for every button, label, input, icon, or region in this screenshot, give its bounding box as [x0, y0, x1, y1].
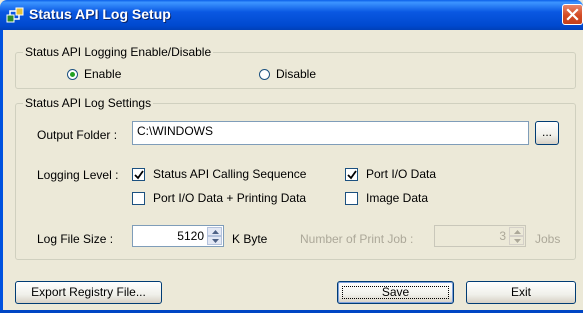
log-file-size-label: Log File Size : — [37, 232, 114, 246]
print-job-count-spinner[interactable]: 3 — [434, 225, 526, 247]
output-folder-field[interactable]: C:\WINDOWS — [132, 121, 529, 145]
status-api-calling-sequence-checkbox[interactable]: Status API Calling Sequence — [132, 167, 306, 181]
browse-folder-button[interactable]: ... — [535, 121, 559, 145]
browse-button-label: ... — [541, 125, 552, 139]
save-button[interactable]: Save — [337, 281, 454, 304]
print-job-count-value: 3 — [499, 229, 506, 243]
radio-indicator — [259, 68, 270, 80]
radio-indicator — [67, 68, 78, 80]
spin-up-button[interactable] — [207, 227, 222, 236]
disable-radio-label: Disable — [276, 67, 317, 81]
save-button-label: Save — [381, 285, 410, 299]
spin-down-button[interactable] — [509, 236, 524, 245]
checkbox-label: Image Data — [366, 191, 429, 205]
exit-button-label: Exit — [510, 285, 531, 299]
title-bar[interactable]: Status API Log Setup — [0, 0, 583, 30]
log-file-size-spinner[interactable]: 5120 — [132, 225, 224, 247]
port-io-printing-data-checkbox[interactable]: Port I/O Data + Printing Data — [132, 191, 306, 205]
export-registry-file-button[interactable]: Export Registry File... — [15, 281, 162, 304]
spin-down-button[interactable] — [207, 236, 222, 245]
close-button[interactable] — [562, 4, 583, 25]
output-folder-label: Output Folder : — [37, 128, 118, 142]
image-data-checkbox[interactable]: Image Data — [345, 191, 428, 205]
port-io-data-checkbox[interactable]: Port I/O Data — [345, 167, 436, 181]
dialog-window: Status API Log Setup Status API Logging … — [0, 0, 583, 313]
exit-button[interactable]: Exit — [466, 281, 576, 304]
checkbox-box — [132, 167, 145, 181]
app-icon — [6, 6, 24, 24]
checkbox-label: Port I/O Data + Printing Data — [153, 191, 307, 205]
disable-radio[interactable]: Disable — [259, 67, 316, 81]
log-settings-legend: Status API Log Settings — [23, 96, 154, 110]
enable-radio[interactable]: Enable — [67, 67, 121, 81]
logging-enable-legend: Status API Logging Enable/Disable — [23, 45, 214, 59]
log-file-size-value: 5120 — [177, 229, 204, 243]
window-frame-left — [0, 30, 3, 313]
checkbox-box — [132, 191, 145, 205]
logging-level-label: Logging Level : — [37, 168, 119, 182]
enable-radio-label: Enable — [84, 67, 122, 81]
spin-up-button[interactable] — [509, 227, 524, 236]
checkbox-label: Port I/O Data — [366, 167, 437, 181]
log-file-size-unit: K Byte — [232, 232, 268, 246]
checkbox-box — [345, 191, 358, 205]
print-job-count-label: Number of Print Job : — [300, 232, 414, 246]
checkbox-label: Status API Calling Sequence — [153, 167, 307, 181]
print-job-count-unit: Jobs — [535, 232, 561, 246]
window-title: Status API Log Setup — [29, 6, 171, 22]
checkbox-box — [345, 167, 358, 181]
export-button-label: Export Registry File... — [31, 285, 146, 299]
